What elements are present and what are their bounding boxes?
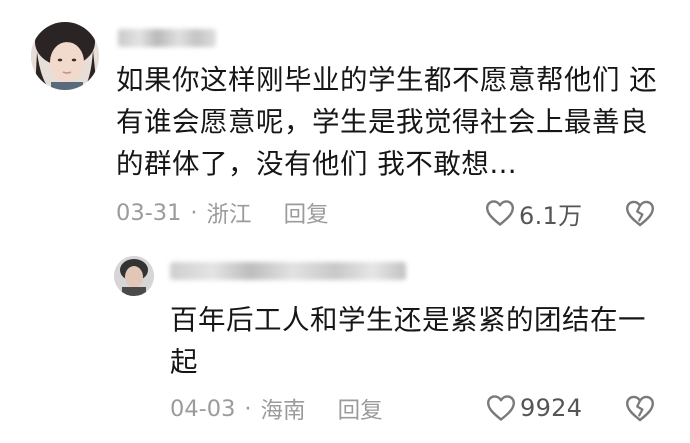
- username-redacted[interactable]: [170, 262, 406, 280]
- reply-button[interactable]: 回复: [284, 197, 329, 229]
- avatar-photo: [114, 256, 154, 296]
- comment-text: 如果你这样刚毕业的学生都不愿意帮他们 还 有谁会愿意呢，学生是我觉得社会上最善良…: [116, 64, 658, 180]
- meta-separator: ·: [244, 396, 252, 422]
- avatar-photo: [31, 22, 99, 90]
- comment-meta: 03-31 · 浙江 回复: [116, 197, 329, 229]
- like-count: 6.1万: [519, 201, 583, 230]
- heart-outline-icon: [487, 395, 515, 421]
- avatar[interactable]: [114, 256, 154, 296]
- heart-outline-icon: [486, 200, 514, 226]
- comment-location: 浙江: [206, 202, 252, 228]
- meta-separator: ·: [190, 200, 198, 226]
- reply-button[interactable]: 回复: [338, 393, 383, 425]
- comment-location: 海南: [260, 398, 306, 424]
- like-count: 9924: [520, 394, 583, 422]
- avatar[interactable]: [31, 22, 99, 90]
- comment-date: 03-31: [116, 200, 182, 226]
- broken-heart-icon[interactable]: [624, 198, 656, 228]
- comment-meta: 04-03 · 海南 回复: [170, 393, 383, 425]
- comment-date: 04-03: [170, 396, 236, 422]
- username-redacted[interactable]: [118, 29, 216, 47]
- comment-text: 百年后工人和学生还是紧紧的团结在一 起: [170, 304, 646, 378]
- like-button[interactable]: 6.1万: [485, 198, 583, 230]
- like-button[interactable]: 9924: [486, 393, 582, 423]
- broken-heart-icon[interactable]: [624, 393, 656, 423]
